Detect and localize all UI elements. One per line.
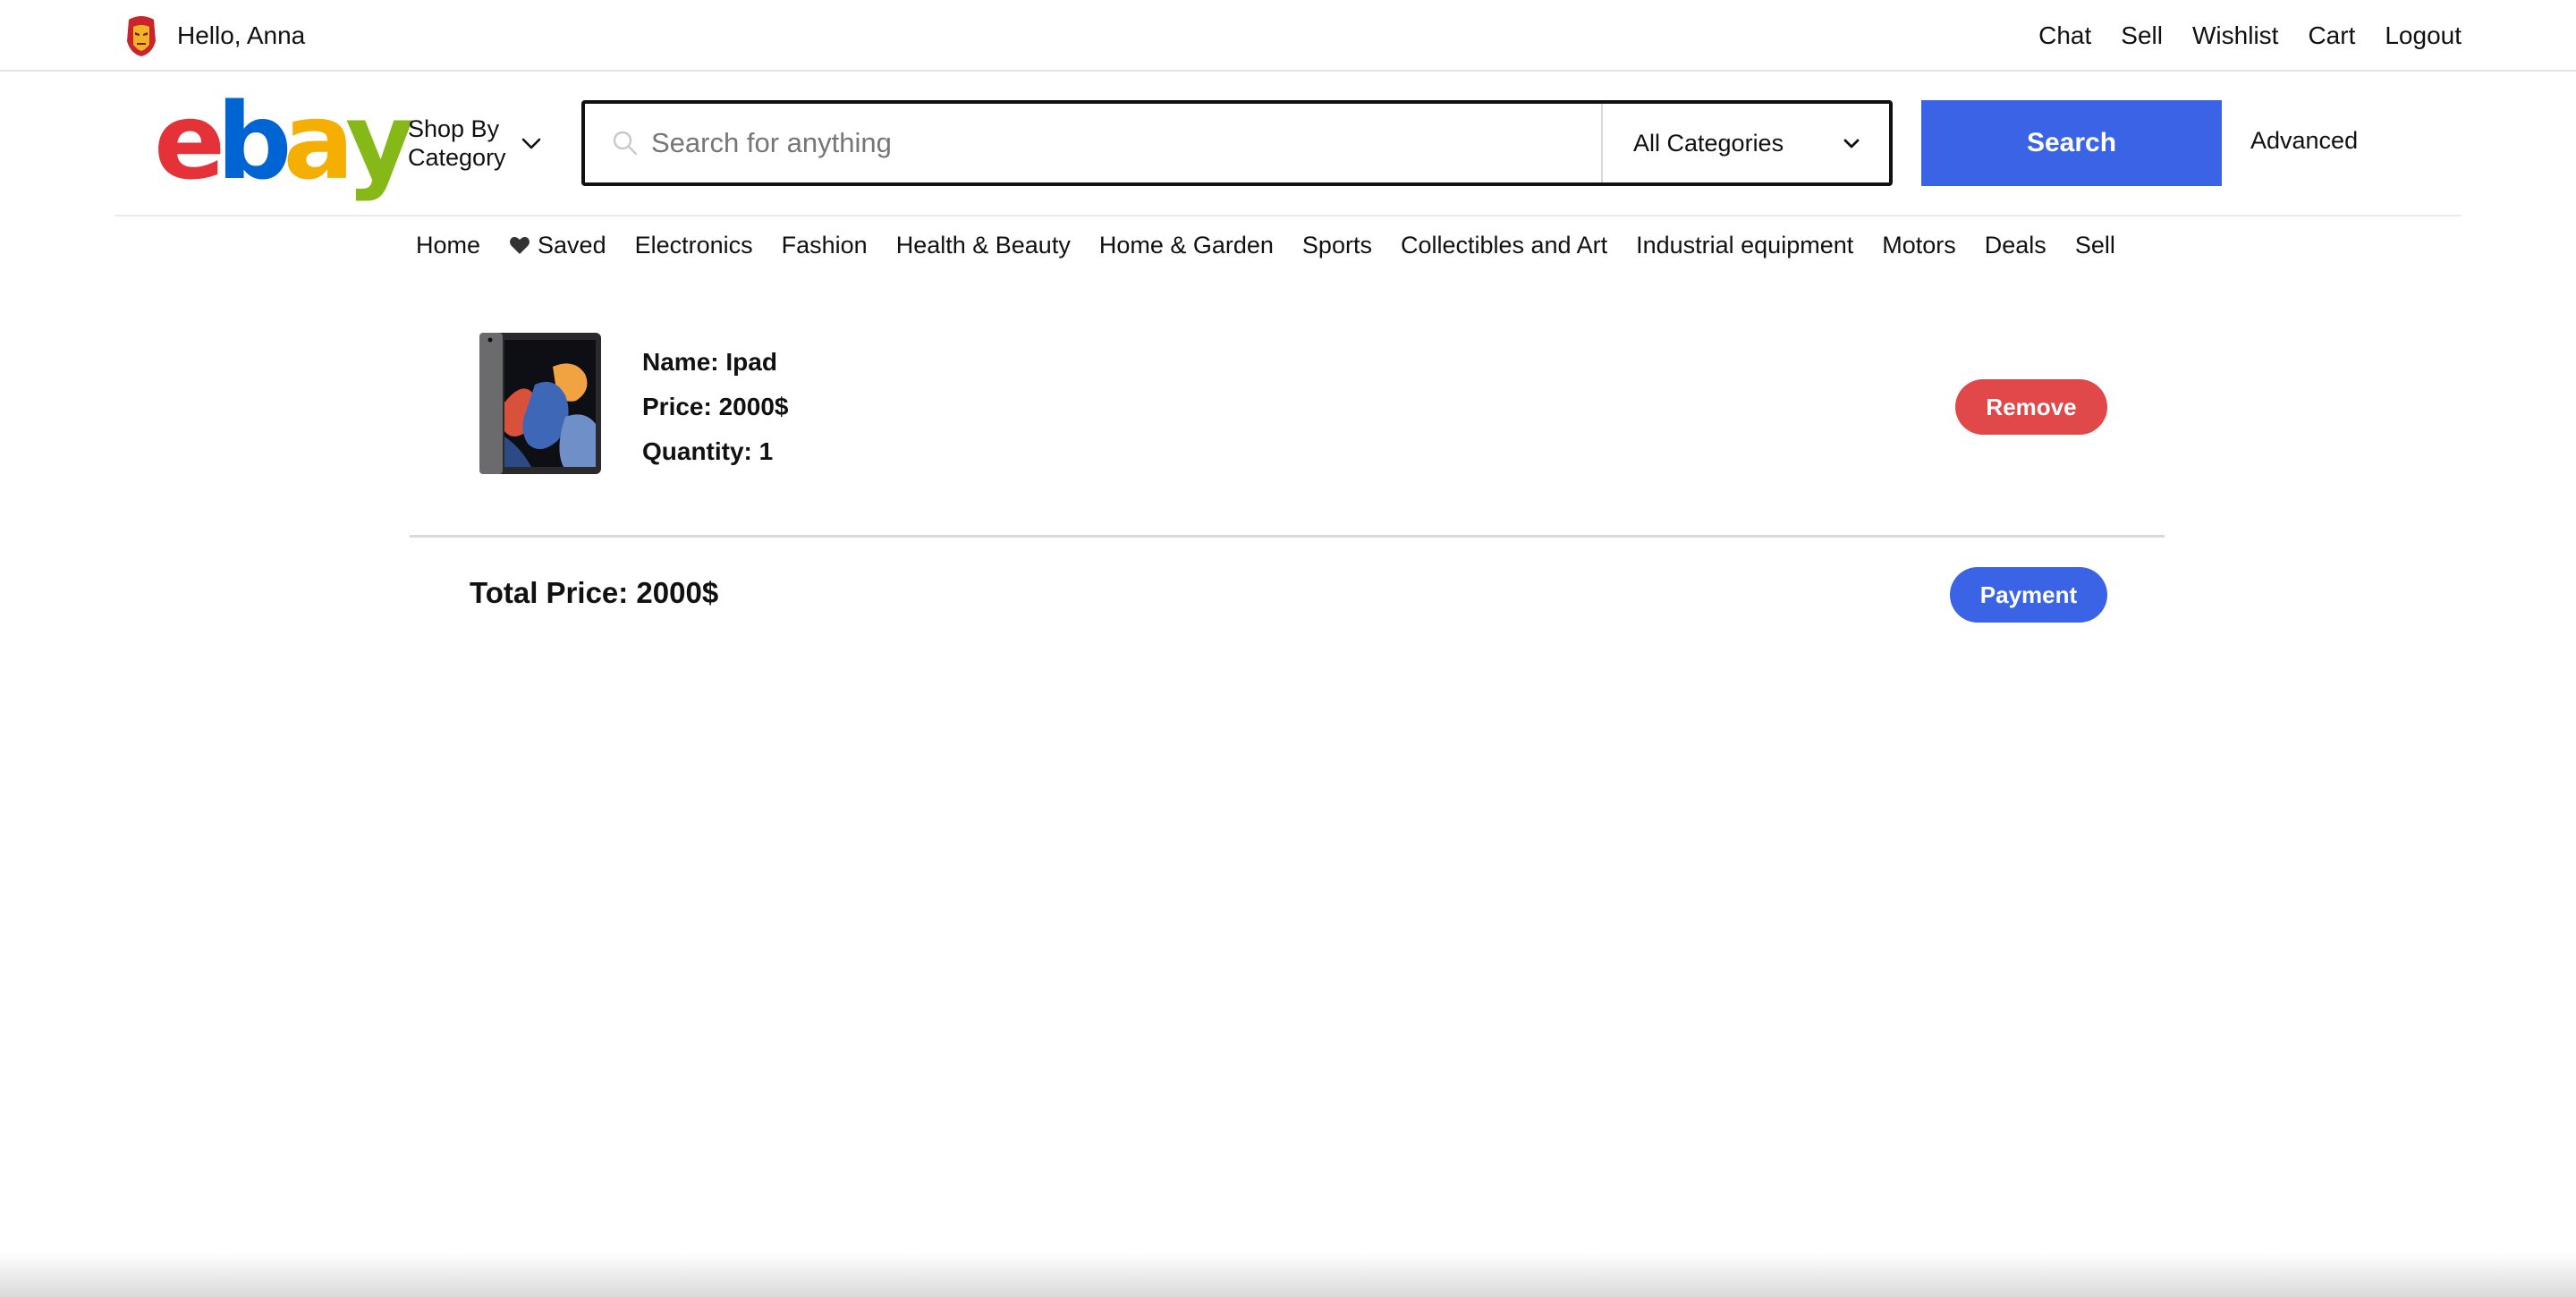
cart-item-quantity: Quantity: 1 <box>642 437 774 465</box>
payment-button[interactable]: Payment <box>1950 567 2107 623</box>
top-links: Chat Sell Wishlist Cart Logout <box>2038 16 2462 55</box>
shop-by-category-label: Shop By Category <box>408 115 506 171</box>
nav-item-sell[interactable]: Sell <box>2075 232 2115 259</box>
category-select[interactable]: All Categories <box>1601 104 1889 182</box>
shop-by-category-button[interactable]: Shop By Category <box>408 114 542 172</box>
wishlist-link[interactable]: Wishlist <box>2192 21 2278 50</box>
nav-item-motors[interactable]: Motors <box>1882 232 1956 259</box>
cart-item-price: Price: 2000$ <box>642 393 789 420</box>
search-input[interactable] <box>651 127 1546 159</box>
search-bar: All Categories <box>581 100 1893 186</box>
remove-button[interactable]: Remove <box>1955 379 2107 435</box>
cart-item-name: Name: Ipad <box>642 348 777 376</box>
nav-item-fashion[interactable]: Fashion <box>782 232 868 259</box>
category-select-value: All Categories <box>1633 129 1784 157</box>
ipad-product-image <box>479 333 601 474</box>
total-price: Total Price: 2000$ <box>470 576 719 609</box>
nav-item-sports[interactable]: Sports <box>1302 232 1372 259</box>
cart-divider <box>410 535 2165 538</box>
chevron-down-icon <box>521 138 540 149</box>
category-nav: Home Saved Electronics Fashion Health & … <box>416 229 2115 261</box>
search-button[interactable]: Search <box>1921 100 2222 186</box>
logo-letter-e: e <box>154 80 225 203</box>
chevron-down-icon <box>1843 139 1860 148</box>
top-bar: Hello, Anna Chat Sell Wishlist Cart Logo… <box>0 0 2576 72</box>
iron-man-mask-icon <box>127 16 156 56</box>
nav-item-saved-label: Saved <box>538 231 606 259</box>
advanced-search-link[interactable]: Advanced <box>2250 127 2358 155</box>
window-bottom-shadow <box>0 1252 2576 1297</box>
cart-item-details: Name: Ipad Price: 2000$ Quantity: 1 <box>642 340 788 474</box>
logo-letter-b: b <box>216 80 292 203</box>
chat-link[interactable]: Chat <box>2038 21 2091 50</box>
nav-item-deals[interactable]: Deals <box>1985 232 2046 259</box>
logo-letter-y: y <box>345 80 414 203</box>
nav-item-health-beauty[interactable]: Health & Beauty <box>896 232 1071 259</box>
nav-item-collectibles-art[interactable]: Collectibles and Art <box>1401 232 1607 259</box>
nav-item-saved[interactable]: Saved <box>509 232 606 259</box>
sell-link[interactable]: Sell <box>2121 21 2163 50</box>
ebay-logo[interactable]: e b a y <box>154 80 414 203</box>
nav-item-home[interactable]: Home <box>416 232 480 259</box>
logout-link[interactable]: Logout <box>2385 21 2462 50</box>
nav-item-electronics[interactable]: Electronics <box>635 232 753 259</box>
greeting-text: Hello, Anna <box>177 21 306 49</box>
header-divider <box>114 215 2462 216</box>
user-greeting: Hello, Anna <box>125 14 305 57</box>
nav-item-industrial-equipment[interactable]: Industrial equipment <box>1636 232 1853 259</box>
cart-item: Name: Ipad Price: 2000$ Quantity: 1 Remo… <box>472 329 2107 481</box>
logo-letter-a: a <box>283 80 355 203</box>
cart-link[interactable]: Cart <box>2308 21 2355 50</box>
search-icon <box>613 131 638 156</box>
heart-icon <box>510 236 530 254</box>
nav-item-home-garden[interactable]: Home & Garden <box>1099 232 1274 259</box>
search-field <box>585 104 1601 182</box>
